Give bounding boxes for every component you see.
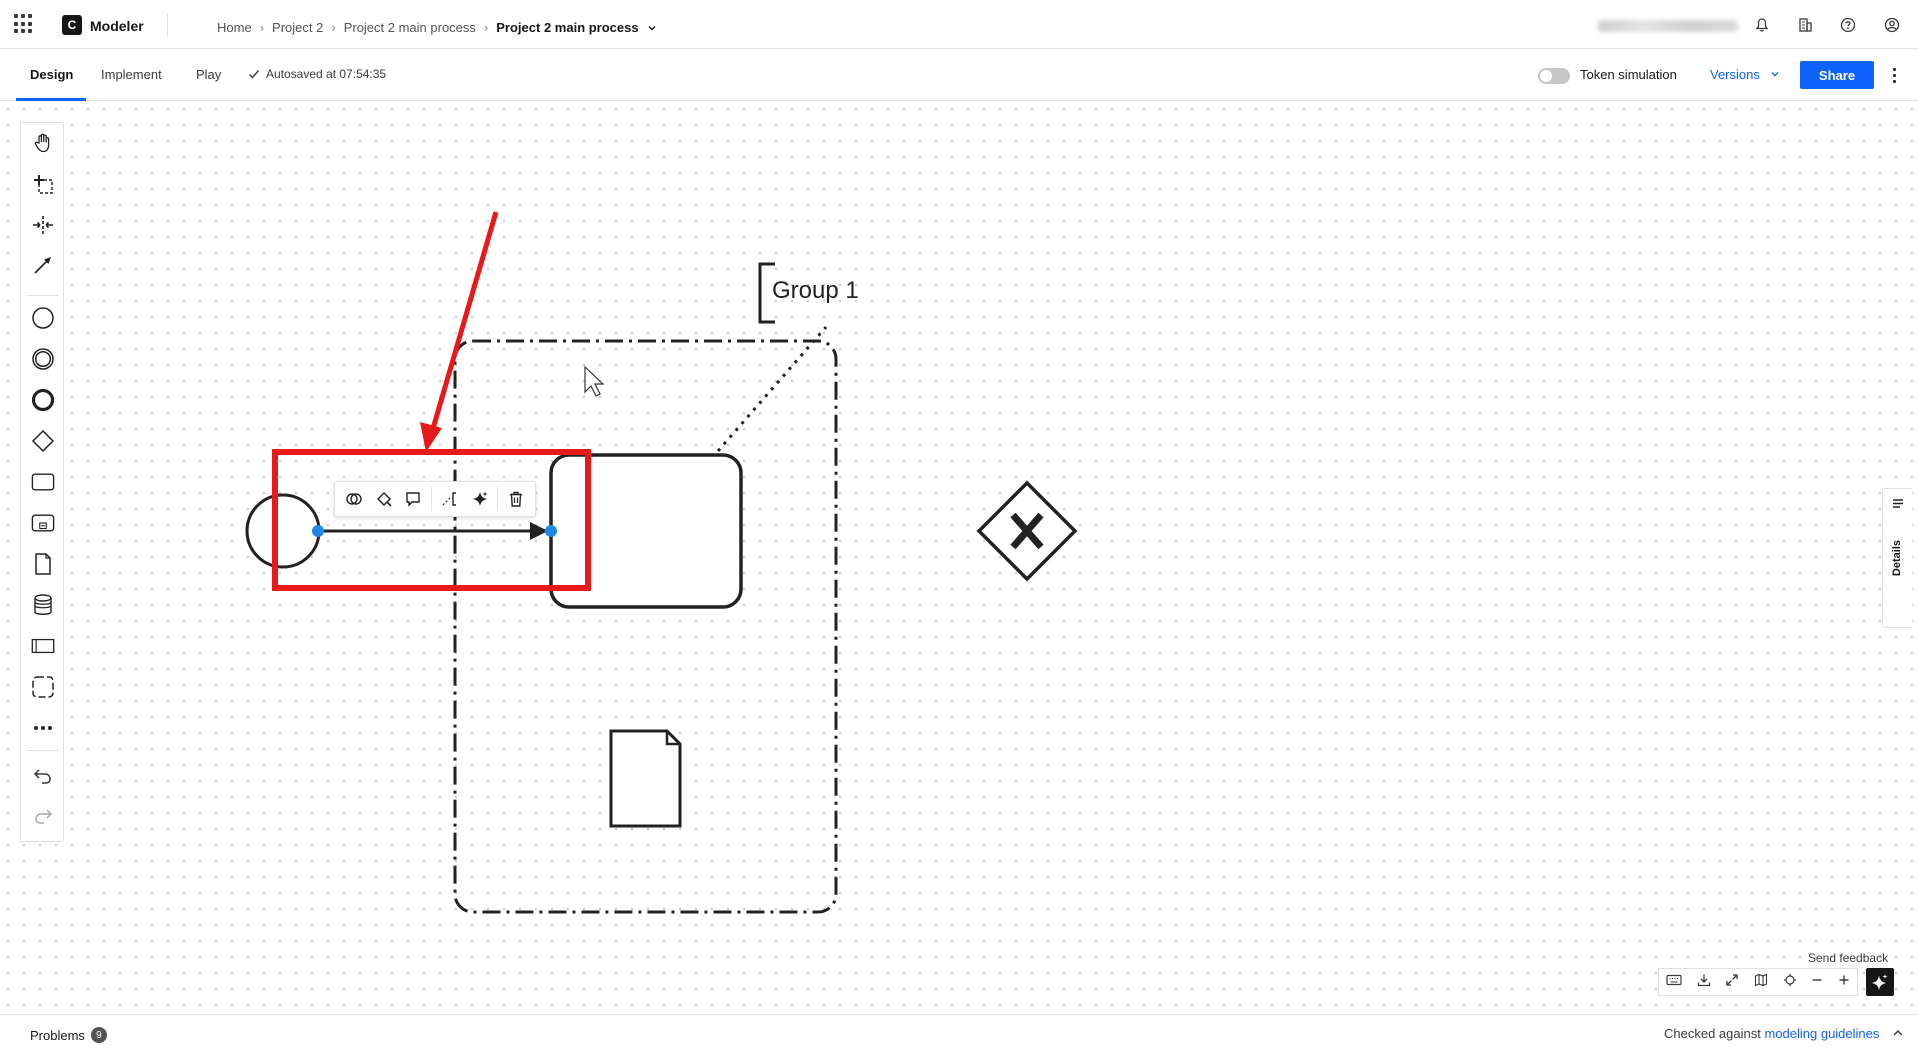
pool-icon[interactable] [31, 634, 55, 658]
chevron-up-icon[interactable] [1892, 1027, 1904, 1039]
problems-panel-toggle[interactable]: Problems 9 [30, 1027, 107, 1043]
bpmn-diagram [245, 211, 1078, 914]
connection-handle-end[interactable] [545, 525, 557, 537]
global-connect-icon[interactable] [31, 253, 55, 277]
hand-tool-icon[interactable] [31, 131, 55, 155]
tool-palette [20, 122, 64, 842]
space-tool-icon[interactable] [31, 213, 55, 237]
reset-view-icon[interactable] [1783, 973, 1797, 992]
intermediate-event-icon[interactable] [31, 347, 55, 371]
modeling-guidelines-link[interactable]: modeling guidelines [1764, 1026, 1879, 1041]
modeler-app: C Modeler Home › Project 2 › Project 2 m… [0, 0, 1918, 1049]
zoom-out-icon[interactable] [1811, 973, 1823, 991]
data-store-icon[interactable] [31, 593, 55, 617]
palette-divider [27, 750, 59, 751]
download-icon[interactable] [1697, 973, 1711, 992]
annotation-highlight-box [272, 449, 591, 591]
problems-count-badge: 9 [90, 1027, 107, 1043]
association-line[interactable] [716, 326, 828, 452]
guidelines-prefix: Checked against [1664, 1026, 1761, 1041]
fullscreen-icon[interactable] [1725, 973, 1739, 992]
text-annotation-icon[interactable] [438, 487, 462, 511]
context-pad-divider [497, 487, 499, 511]
ai-sparkle-icon[interactable] [468, 487, 492, 511]
start-event[interactable] [245, 493, 321, 569]
send-feedback-link[interactable]: Send feedback [1808, 951, 1888, 965]
status-bar: Problems 9 Checked against modeling guid… [0, 1014, 1918, 1049]
list-icon [1893, 499, 1903, 508]
details-tab-label: Details [1891, 540, 1903, 577]
ai-sparkle-icon [1872, 974, 1888, 990]
palette-divider [27, 295, 59, 296]
annotation-arrow [429, 211, 499, 433]
guidelines-status: Checked against modeling guidelines [1664, 1026, 1879, 1041]
more-icon[interactable] [31, 716, 55, 740]
mouse-cursor-icon [584, 365, 605, 397]
group-icon[interactable] [31, 675, 55, 699]
lasso-tool-icon[interactable] [31, 172, 55, 196]
keyboard-shortcuts-icon[interactable] [1666, 973, 1682, 991]
redo-icon[interactable] [31, 804, 55, 828]
comment-icon[interactable] [401, 487, 425, 511]
problems-label: Problems [30, 1027, 85, 1043]
connection-handle-start[interactable] [312, 525, 324, 537]
data-object-icon[interactable] [31, 552, 55, 576]
canvas-controls [1658, 968, 1858, 996]
delete-trash-icon[interactable] [504, 487, 528, 511]
undo-icon[interactable] [31, 764, 55, 788]
annotation-arrowhead [420, 422, 442, 452]
context-pad-divider [431, 487, 433, 511]
task-icon[interactable] [31, 470, 55, 494]
end-event-icon[interactable] [31, 388, 55, 412]
gateway-icon[interactable] [31, 429, 55, 453]
subprocess-icon[interactable] [31, 511, 55, 535]
task-shape[interactable] [549, 453, 743, 609]
start-event-icon[interactable] [31, 306, 55, 330]
ai-copilot-button[interactable] [1866, 968, 1894, 996]
minimap-icon[interactable] [1754, 973, 1768, 992]
replace-icon[interactable] [342, 487, 366, 511]
context-pad [334, 481, 536, 517]
group-label[interactable]: Group 1 [772, 277, 859, 305]
zoom-in-icon[interactable] [1838, 973, 1850, 991]
color-brush-icon[interactable] [372, 487, 396, 511]
